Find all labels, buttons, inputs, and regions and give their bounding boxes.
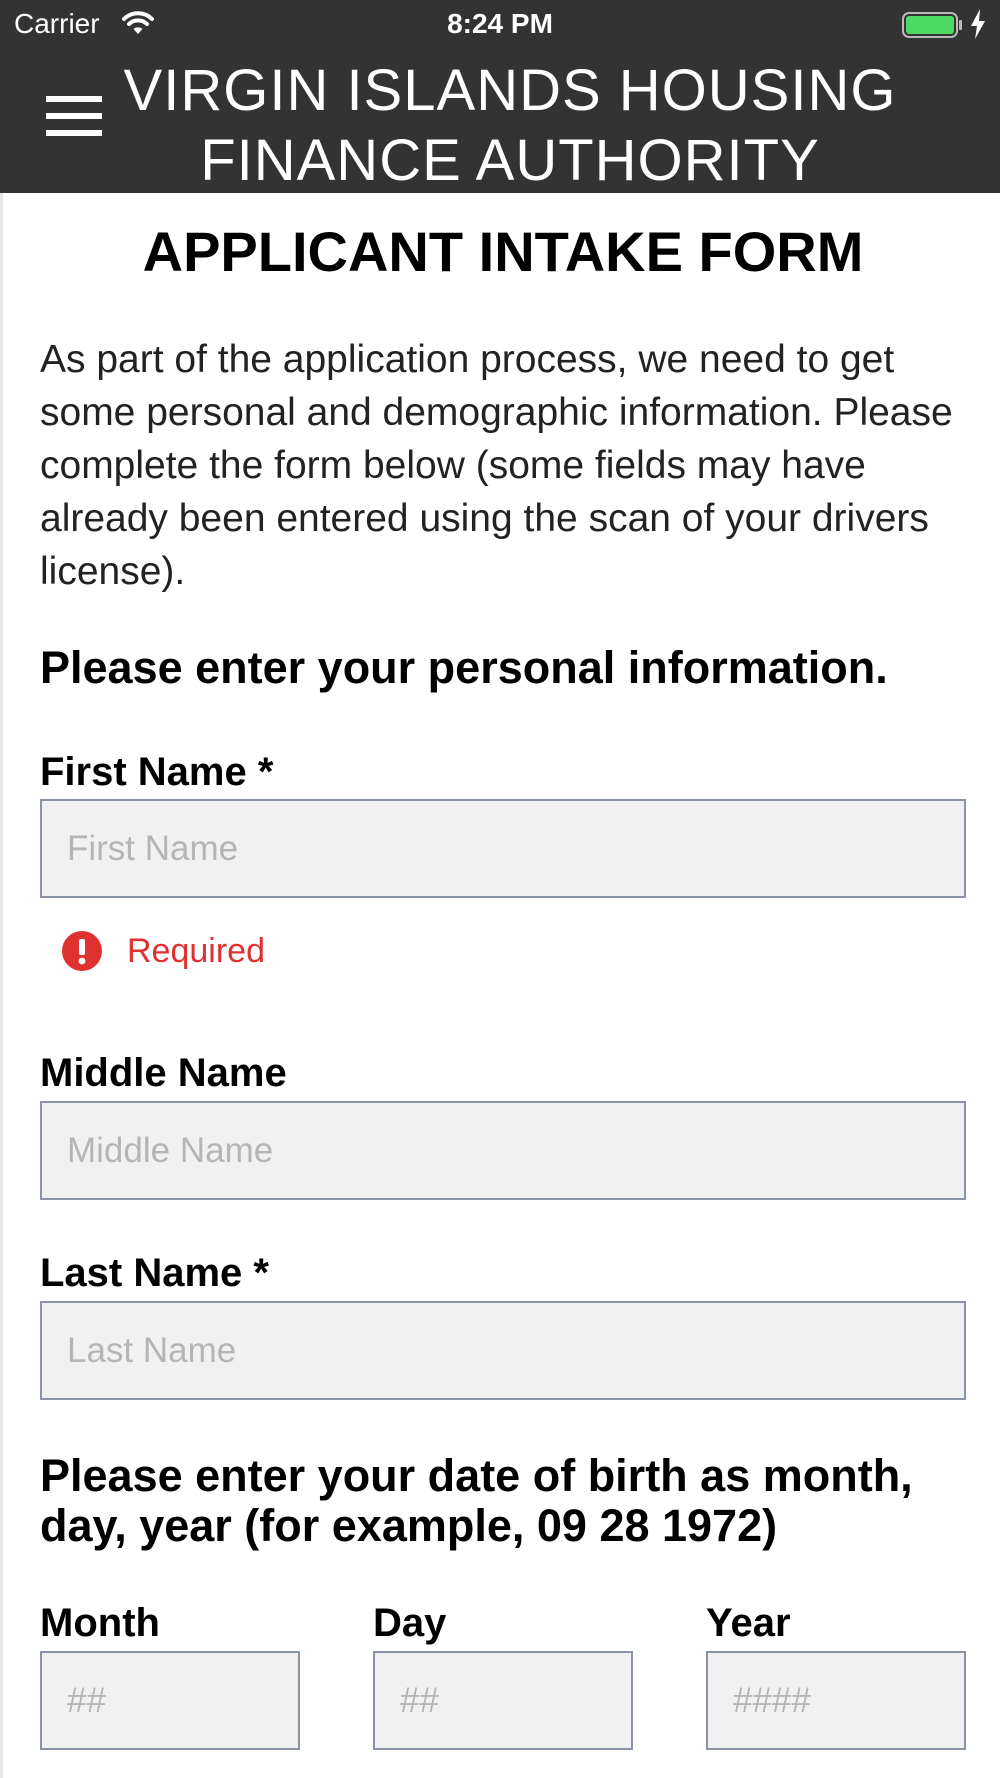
middle-name-label: Middle Name bbox=[40, 1051, 287, 1095]
app-title: VIRGIN ISLANDS HOUSING FINANCE AUTHORITY bbox=[123, 58, 897, 193]
first-name-input[interactable] bbox=[40, 799, 966, 898]
year-label: Year bbox=[706, 1601, 791, 1645]
month-label: Month bbox=[40, 1601, 160, 1645]
day-label: Day bbox=[373, 1601, 447, 1645]
app-header: VIRGIN ISLANDS HOUSING FINANCE AUTHORITY bbox=[0, 50, 1000, 193]
charging-bolt-icon bbox=[969, 9, 987, 44]
form-content[interactable]: APPLICANT INTAKE FORM As part of the app… bbox=[0, 193, 1000, 1778]
hamburger-menu-icon[interactable] bbox=[46, 96, 102, 140]
intro-text: As part of the application process, we n… bbox=[40, 338, 953, 593]
last-name-input[interactable] bbox=[40, 1301, 966, 1400]
last-name-label: Last Name * bbox=[40, 1251, 269, 1295]
year-input[interactable] bbox=[706, 1651, 966, 1750]
personal-info-heading: Please enter your personal information. bbox=[40, 642, 888, 693]
exclamation-circle-icon bbox=[61, 930, 103, 977]
status-bar: Carrier 8:24 PM bbox=[0, 0, 1000, 50]
page-title: APPLICANT INTAKE FORM bbox=[142, 220, 864, 283]
dob-heading: Please enter your date of birth as month… bbox=[40, 1450, 913, 1551]
month-input[interactable] bbox=[40, 1651, 300, 1750]
required-error-text: Required bbox=[127, 932, 265, 970]
first-name-label: First Name * bbox=[40, 750, 274, 794]
middle-name-input[interactable] bbox=[40, 1101, 966, 1200]
clock-time: 8:24 PM bbox=[447, 8, 553, 39]
battery-icon bbox=[902, 12, 964, 43]
day-input[interactable] bbox=[373, 1651, 633, 1750]
